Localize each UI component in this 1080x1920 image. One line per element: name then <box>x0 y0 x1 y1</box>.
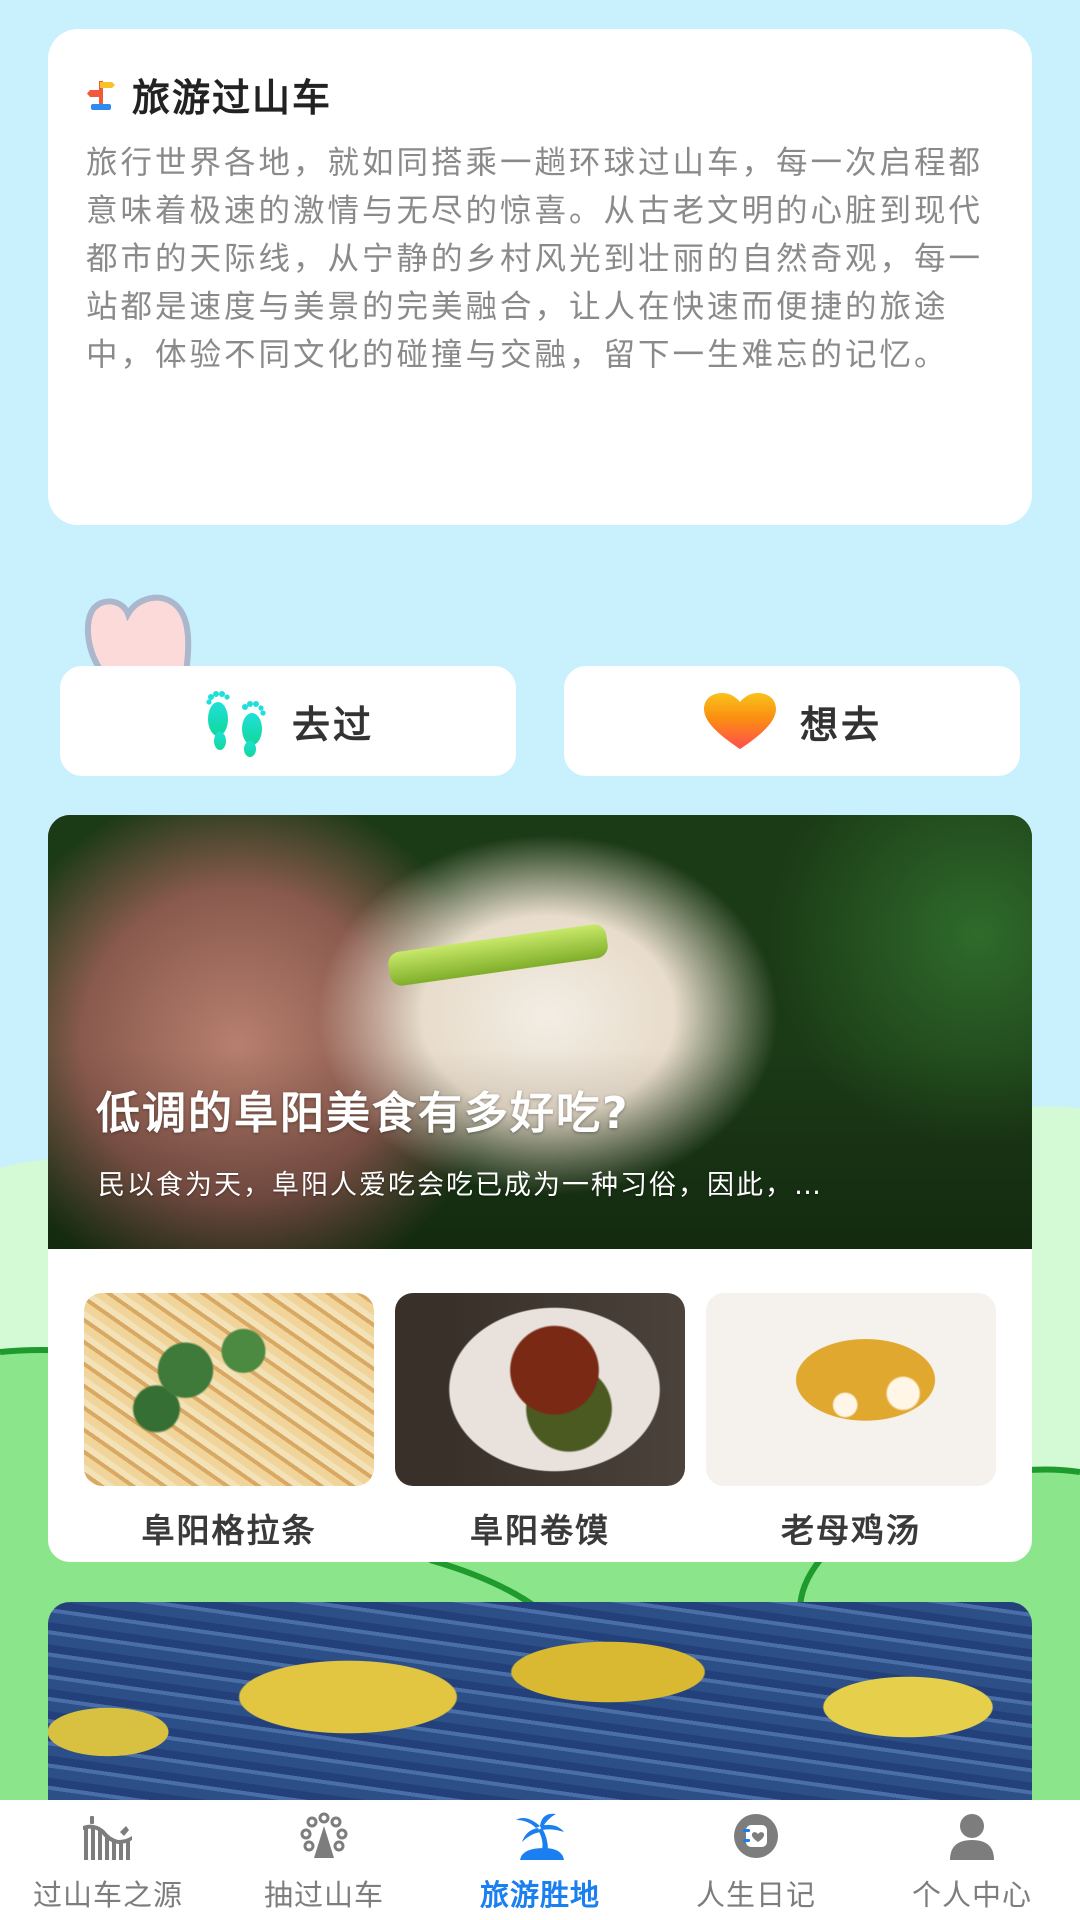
article-title: 低调的阜阳美食有多好吃? <box>96 1088 630 1139</box>
been-there-label: 去过 <box>291 702 374 747</box>
food-article-card[interactable]: 低调的阜阳美食有多好吃? 民以食为天，阜阳人爱吃会吃已成为一种习俗，因此，… 阜… <box>48 815 1032 1562</box>
want-to-go-button[interactable]: 想去 <box>564 666 1020 776</box>
dish-name: 阜阳卷馍 <box>470 1511 610 1550</box>
intro-description: 旅行世界各地，就如同搭乘一趟环球过山车，每一次启程都意味着极速的激情与无尽的惊喜… <box>86 145 984 373</box>
tab-label: 人生日记 <box>695 1878 816 1912</box>
dish-image <box>395 1293 685 1486</box>
diary-icon <box>734 1814 778 1858</box>
want-to-go-label: 想去 <box>799 702 882 747</box>
dish-image <box>84 1293 374 1486</box>
intro-title: 旅游过山车 <box>132 75 333 120</box>
tab-draw-roller-coaster[interactable]: 抽过山车 <box>216 1800 432 1920</box>
dish-item[interactable]: 老母鸡汤 <box>706 1293 996 1552</box>
hero-food-detail <box>386 922 610 988</box>
dish-item[interactable]: 阜阳格拉条 <box>84 1293 374 1552</box>
ferris-wheel-icon <box>300 1812 348 1858</box>
heart-decoration-icon <box>84 594 192 672</box>
roller-coaster-icon <box>83 1816 132 1860</box>
dish-list: 阜阳格拉条 阜阳卷馍 老母鸡汤 <box>84 1293 996 1552</box>
signpost-icon <box>87 81 115 110</box>
bottom-tab-bar: 过山车之源 抽过山车 旅游胜地 人生日记 个人中心 <box>0 1800 1080 1920</box>
dish-image <box>706 1293 996 1486</box>
tab-label: 过山车之源 <box>32 1878 183 1912</box>
dish-item[interactable]: 阜阳卷馍 <box>395 1293 685 1552</box>
food-hero-image[interactable]: 低调的阜阳美食有多好吃? 民以食为天，阜阳人爱吃会吃已成为一种习俗，因此，… <box>48 815 1032 1249</box>
intro-card: 旅游过山车 旅行世界各地，就如同搭乘一趟环球过山车，每一次启程都意味着极速的激情… <box>48 29 1032 525</box>
tab-travel-destinations[interactable]: 旅游胜地 <box>432 1800 648 1920</box>
been-there-button[interactable]: 去过 <box>60 666 516 776</box>
tab-personal-center[interactable]: 个人中心 <box>864 1800 1080 1920</box>
person-icon <box>950 1814 994 1860</box>
tab-label: 个人中心 <box>911 1878 1032 1912</box>
intro-header: 旅游过山车 <box>86 69 994 120</box>
dish-name: 老母鸡汤 <box>781 1511 921 1550</box>
footprints-icon <box>206 691 266 757</box>
tab-label: 抽过山车 <box>263 1878 384 1912</box>
tab-roller-coaster-origin[interactable]: 过山车之源 <box>0 1800 216 1920</box>
tab-life-diary[interactable]: 人生日记 <box>648 1800 864 1920</box>
tab-label: 旅游胜地 <box>479 1878 600 1912</box>
palm-tree-icon <box>516 1813 564 1860</box>
article-summary: 民以食为天，阜阳人爱吃会吃已成为一种习俗，因此，… <box>98 1170 823 1201</box>
heart-icon <box>703 693 776 749</box>
dish-name: 阜阳格拉条 <box>141 1511 317 1550</box>
scenery-card-image[interactable] <box>48 1602 1032 1822</box>
